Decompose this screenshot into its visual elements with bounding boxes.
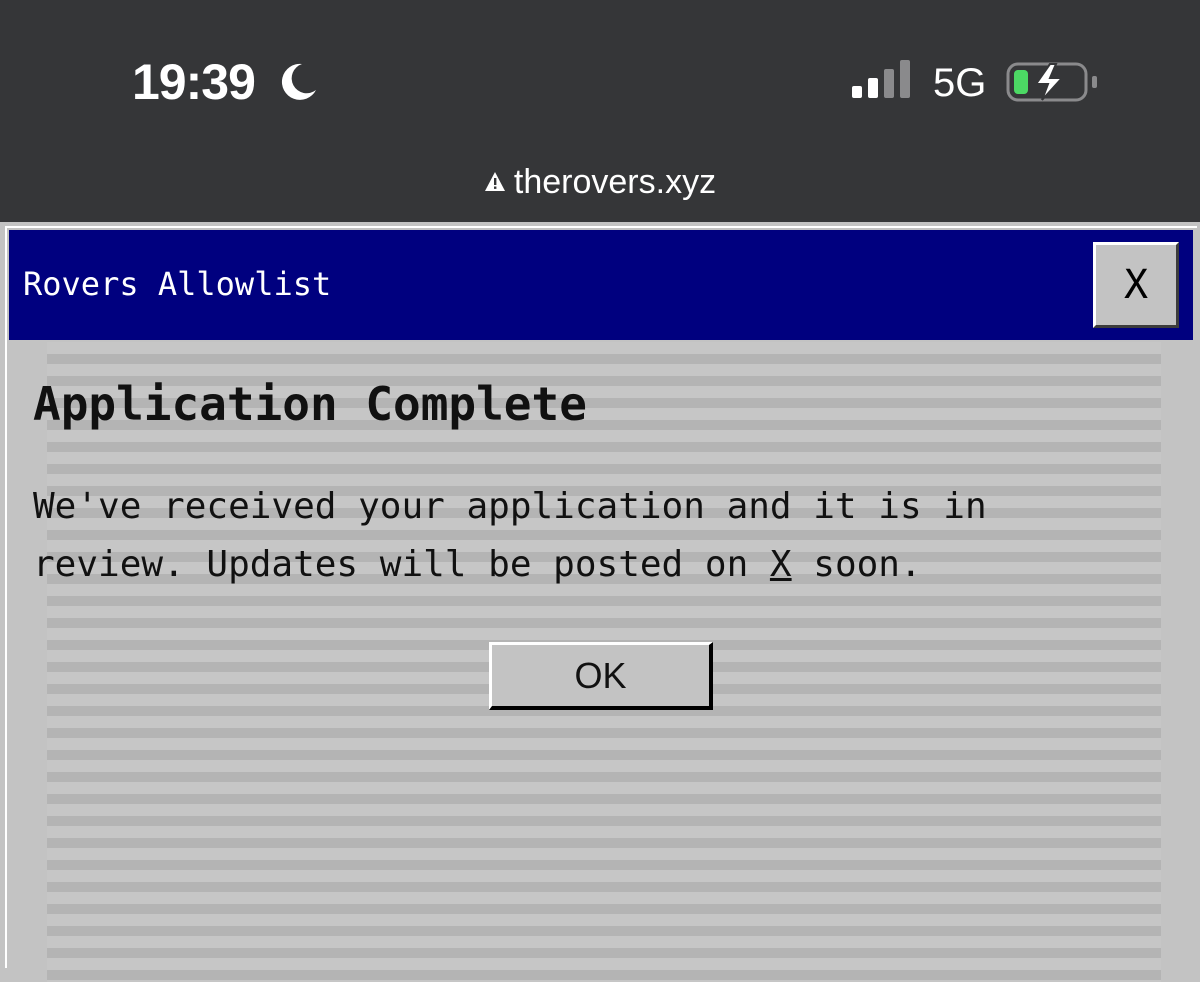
allowlist-dialog: Rovers Allowlist X Application Complete … [5, 226, 1197, 982]
url-text: therovers.xyz [513, 163, 717, 201]
dialog-heading: Application Complete [33, 377, 587, 431]
network-label: 5G [933, 61, 987, 105]
dialog-titlebar: Rovers Allowlist X [9, 230, 1193, 340]
address-bar[interactable]: therovers.xyz [0, 160, 1200, 204]
message-text-end: soon. [791, 544, 922, 585]
battery-charging-icon [1006, 62, 1097, 102]
status-time: 19:39 [132, 54, 256, 110]
dialog-title: Rovers Allowlist [23, 265, 332, 303]
warning-icon [484, 172, 505, 191]
dialog-message: We've received your application and it i… [33, 478, 1153, 594]
moon-icon [281, 63, 316, 100]
ok-button[interactable]: OK [489, 642, 713, 710]
x-link[interactable]: X [770, 544, 792, 585]
signal-icon [852, 60, 910, 98]
close-button[interactable]: X [1093, 242, 1179, 328]
browser-chrome: 19:39 5G therovers.xyz [0, 0, 1200, 222]
